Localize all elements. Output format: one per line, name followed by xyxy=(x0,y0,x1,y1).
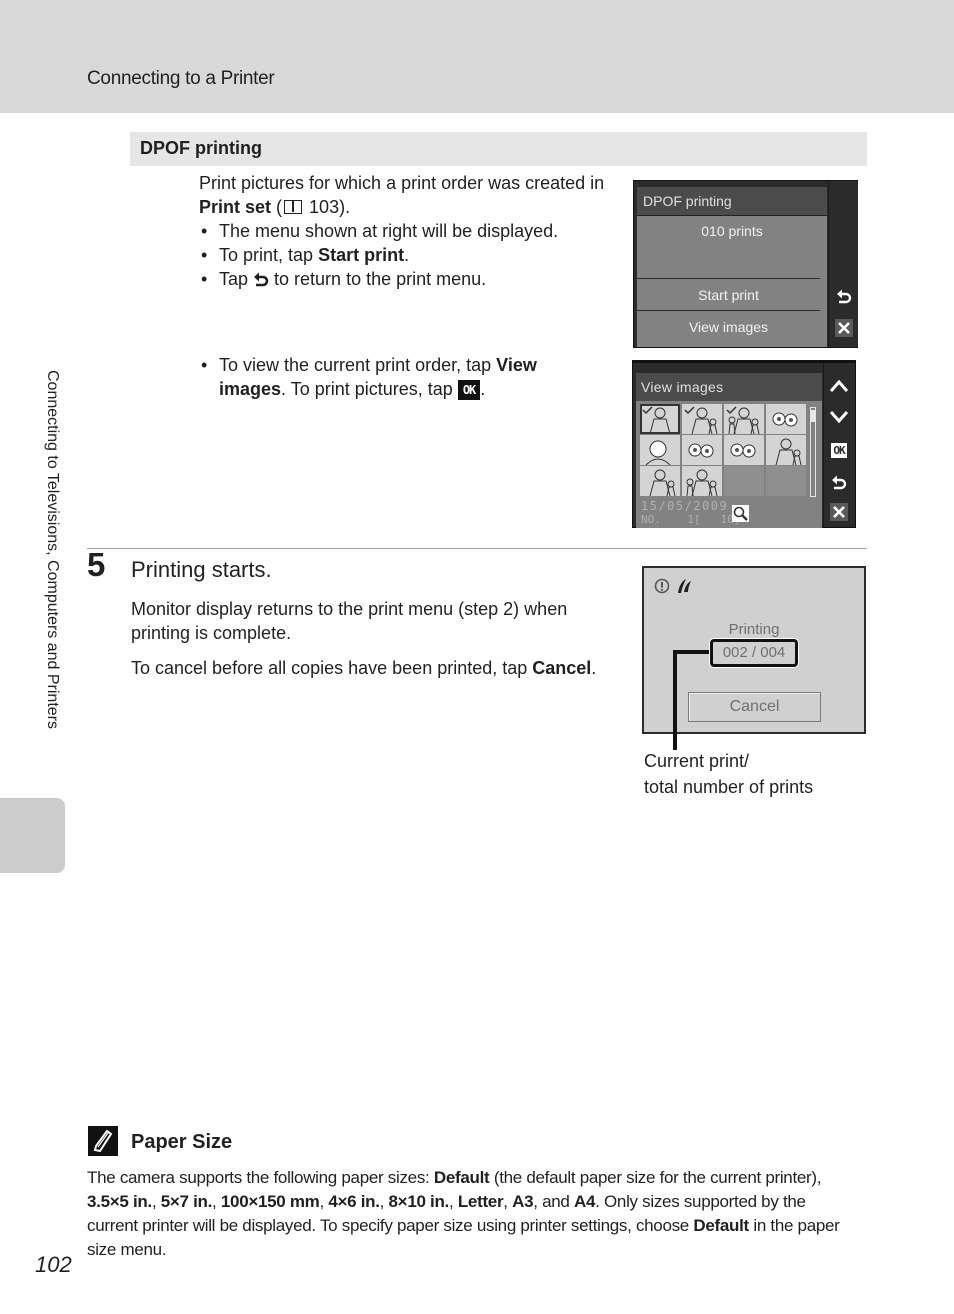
thumbnail-image xyxy=(645,440,671,465)
thumbnail-image xyxy=(726,406,760,434)
screen-title: DPOF printing xyxy=(637,187,827,216)
printing-status: Printing xyxy=(728,621,780,638)
side-chapter-label: Connecting to Televisions, Computers and… xyxy=(37,370,61,790)
note-text: The camera supports the following paper … xyxy=(87,1168,840,1259)
thumbnail-family-checked[interactable] xyxy=(724,404,764,434)
note-title: Paper Size xyxy=(131,1131,233,1153)
start-print-button[interactable]: Start print xyxy=(637,278,820,310)
thumbnail-flowers[interactable] xyxy=(724,435,764,465)
thumbnail-image xyxy=(772,412,798,427)
page-header-title: Connecting to a Printer xyxy=(87,68,275,89)
view-images-instruction: To view the current print order, tap Vie… xyxy=(199,353,579,401)
print-count: 010 prints xyxy=(701,223,763,239)
thumbnail-image xyxy=(649,469,676,496)
thumbnail-image xyxy=(775,438,802,465)
ok-icon[interactable]: OK xyxy=(828,439,850,461)
page-ref: 103 xyxy=(309,197,340,217)
callout-line xyxy=(673,650,709,654)
side-control-bar: OK xyxy=(823,363,855,528)
thumbnail-flowers[interactable] xyxy=(766,404,806,434)
list-item: The menu shown at right will be displaye… xyxy=(199,219,619,243)
dpof-printing-screen: DPOF printing 010 prints Start print Vie… xyxy=(633,180,858,348)
thumbnail-image xyxy=(684,406,718,434)
thumbnail-woman-child[interactable] xyxy=(766,435,806,465)
back-icon xyxy=(253,270,269,294)
side-chapter-tab xyxy=(0,798,65,873)
step-description: Monitor display returns to the print men… xyxy=(131,599,568,643)
close-icon[interactable] xyxy=(830,503,848,521)
thumbnail-image xyxy=(730,443,756,458)
section-heading: DPOF printing xyxy=(140,138,262,158)
close-icon[interactable] xyxy=(835,319,853,337)
thumbnail-image xyxy=(642,406,671,434)
cancel-instruction: To cancel before all copies have been pr… xyxy=(131,658,597,678)
list-item: Tap to return to the print menu. xyxy=(199,267,619,294)
back-icon[interactable] xyxy=(833,285,855,307)
thumbnail-empty xyxy=(766,466,806,496)
section-divider xyxy=(87,548,867,549)
thumbnail-image xyxy=(688,443,714,458)
thumbnail-image xyxy=(686,469,718,496)
pictbridge-icon xyxy=(676,577,694,599)
print-set-ref: Print set xyxy=(199,197,272,217)
view-images-panel: View images 15/05/2009 NO. 1[ 10] xyxy=(636,373,822,528)
back-icon[interactable] xyxy=(828,471,850,493)
step-number: 5 xyxy=(87,546,106,583)
callout-label: Current print/ total number of prints xyxy=(644,751,814,797)
view-images-screen: View images 15/05/2009 NO. 1[ 10] OK xyxy=(632,360,856,528)
book-reference-icon xyxy=(284,200,303,214)
scrollbar-thumb[interactable] xyxy=(811,410,815,422)
thumbnail-flowers[interactable] xyxy=(682,435,722,465)
print-counter: 002 / 004 xyxy=(710,639,798,667)
side-control-bar xyxy=(828,181,858,347)
status-icons xyxy=(654,577,694,599)
scrollbar[interactable] xyxy=(810,407,816,497)
magnify-icon[interactable] xyxy=(732,505,749,522)
list-item: To print, tap Start print. xyxy=(199,243,619,267)
step-title: Printing starts. xyxy=(131,557,272,582)
thumbnail-woman-child-checked[interactable] xyxy=(682,404,722,434)
page-number: 102 xyxy=(35,1252,72,1277)
image-number: NO. 1[ 10] xyxy=(641,513,741,526)
image-date: 15/05/2009 xyxy=(641,499,729,513)
note-pencil-icon xyxy=(88,1126,118,1156)
header-band xyxy=(0,0,954,113)
screen-title: View images xyxy=(636,373,822,401)
down-arrow-icon[interactable] xyxy=(828,406,850,428)
list-item: To view the current print order, tap Vie… xyxy=(199,353,579,401)
dpof-menu-panel: DPOF printing 010 prints Start print Vie… xyxy=(637,187,827,347)
instruction-list: The menu shown at right will be displaye… xyxy=(199,219,619,294)
cancel-button[interactable]: Cancel xyxy=(688,692,821,722)
thumbnail-family[interactable] xyxy=(682,466,722,496)
up-arrow-icon[interactable] xyxy=(828,375,850,397)
section-heading-bar: DPOF printing xyxy=(130,132,867,166)
thumbnail-grid xyxy=(640,404,806,498)
thumbnail-empty xyxy=(724,466,764,496)
view-images-button[interactable]: View images xyxy=(637,310,820,342)
thumbnail-woman-checked[interactable] xyxy=(640,404,680,434)
ok-icon: OK xyxy=(457,380,481,400)
side-chapter-text: Connecting to Televisions, Computers and… xyxy=(44,370,61,729)
thumbnail-woman-child[interactable] xyxy=(640,466,680,496)
callout-line xyxy=(673,650,677,750)
thumbnail-woman-portrait[interactable] xyxy=(640,435,680,465)
warning-icon xyxy=(654,578,670,598)
intro-paragraph: Print pictures for which a print order w… xyxy=(199,173,605,217)
